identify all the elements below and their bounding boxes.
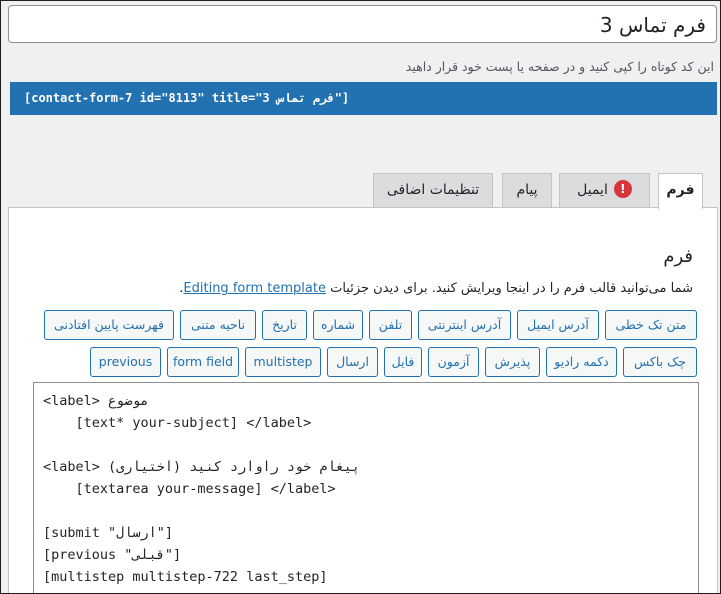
code-line: [textarea your-message] </label>	[43, 481, 336, 497]
code-line: [previous "قبلی"]	[43, 547, 182, 563]
panel-description: شما می‌توانید قالب فرم را در اینجا ویرای…	[179, 281, 693, 296]
tab-form[interactable]: فرم	[658, 173, 703, 209]
shortcode-help-text: این کد کوتاه را کپی کنید و در صفحه یا پس…	[405, 59, 714, 74]
tag-button-tel[interactable]: تلفن	[369, 310, 412, 340]
tag-button-dropdown[interactable]: فهرست پایین افتادنی	[44, 310, 174, 340]
tag-button-date[interactable]: تاریخ	[262, 310, 307, 340]
form-template-editor[interactable]: <label> موضوع [text* your-subject] </lab…	[33, 382, 699, 593]
tag-button-file[interactable]: فایل	[384, 347, 422, 377]
tag-button-checkbox[interactable]: چک باکس	[623, 347, 697, 377]
tab-additional-settings-label: تنظیمات اضافی	[386, 182, 480, 198]
tag-button-url[interactable]: آدرس اینترنتی	[418, 310, 511, 340]
tag-button-quiz[interactable]: آزمون	[428, 347, 479, 377]
tag-button-acceptance[interactable]: پذیرش	[485, 347, 540, 377]
code-line: <label> پیغام خود راوارد کنید (اختیاری)	[43, 459, 360, 475]
tag-button-email[interactable]: آدرس ایمیل	[517, 310, 599, 340]
tab-additional-settings[interactable]: تنظیمات اضافی	[373, 173, 493, 207]
tab-mail[interactable]: ! ایمیل	[559, 173, 650, 207]
tag-button-submit[interactable]: ارسال	[327, 347, 378, 377]
code-line: <label> موضوع	[43, 393, 149, 409]
tag-button-previous[interactable]: previous	[90, 347, 161, 377]
tag-button-text[interactable]: متن تک خطی	[605, 310, 697, 340]
editor-page: فرم تماس 3 این کد کوتاه را کپی کنید و در…	[0, 0, 721, 594]
tab-messages-label: پیام	[516, 182, 538, 198]
tag-button-form-field[interactable]: form field	[167, 347, 239, 377]
editing-form-template-link[interactable]: Editing form template	[183, 281, 326, 296]
code-line: [submit "ارسال"]	[43, 525, 174, 541]
form-panel: فرم شما می‌توانید قالب فرم را در اینجا و…	[8, 207, 718, 593]
warning-icon: !	[613, 179, 632, 198]
shortcode-box[interactable]: [contact-form-7 id="8113" title="فرم تما…	[10, 82, 717, 115]
tab-mail-label: ایمیل	[577, 182, 608, 198]
tag-button-radio[interactable]: دکمه رادیو	[546, 347, 617, 377]
tag-button-number[interactable]: شماره	[313, 310, 363, 340]
tag-button-multistep[interactable]: multistep	[245, 347, 321, 377]
panel-description-text: شما می‌توانید قالب فرم را در اینجا ویرای…	[325, 281, 693, 296]
panel-heading: فرم	[663, 246, 693, 267]
tab-messages[interactable]: پیام	[502, 173, 552, 207]
code-line: [text* your-subject] </label>	[43, 415, 312, 431]
form-title-input[interactable]: فرم تماس 3	[8, 5, 717, 43]
code-line: [multistep multistep-722 last_step]	[43, 569, 328, 585]
tab-form-label: فرم	[666, 182, 695, 198]
tag-button-textarea[interactable]: ناحیه متنی	[180, 310, 256, 340]
